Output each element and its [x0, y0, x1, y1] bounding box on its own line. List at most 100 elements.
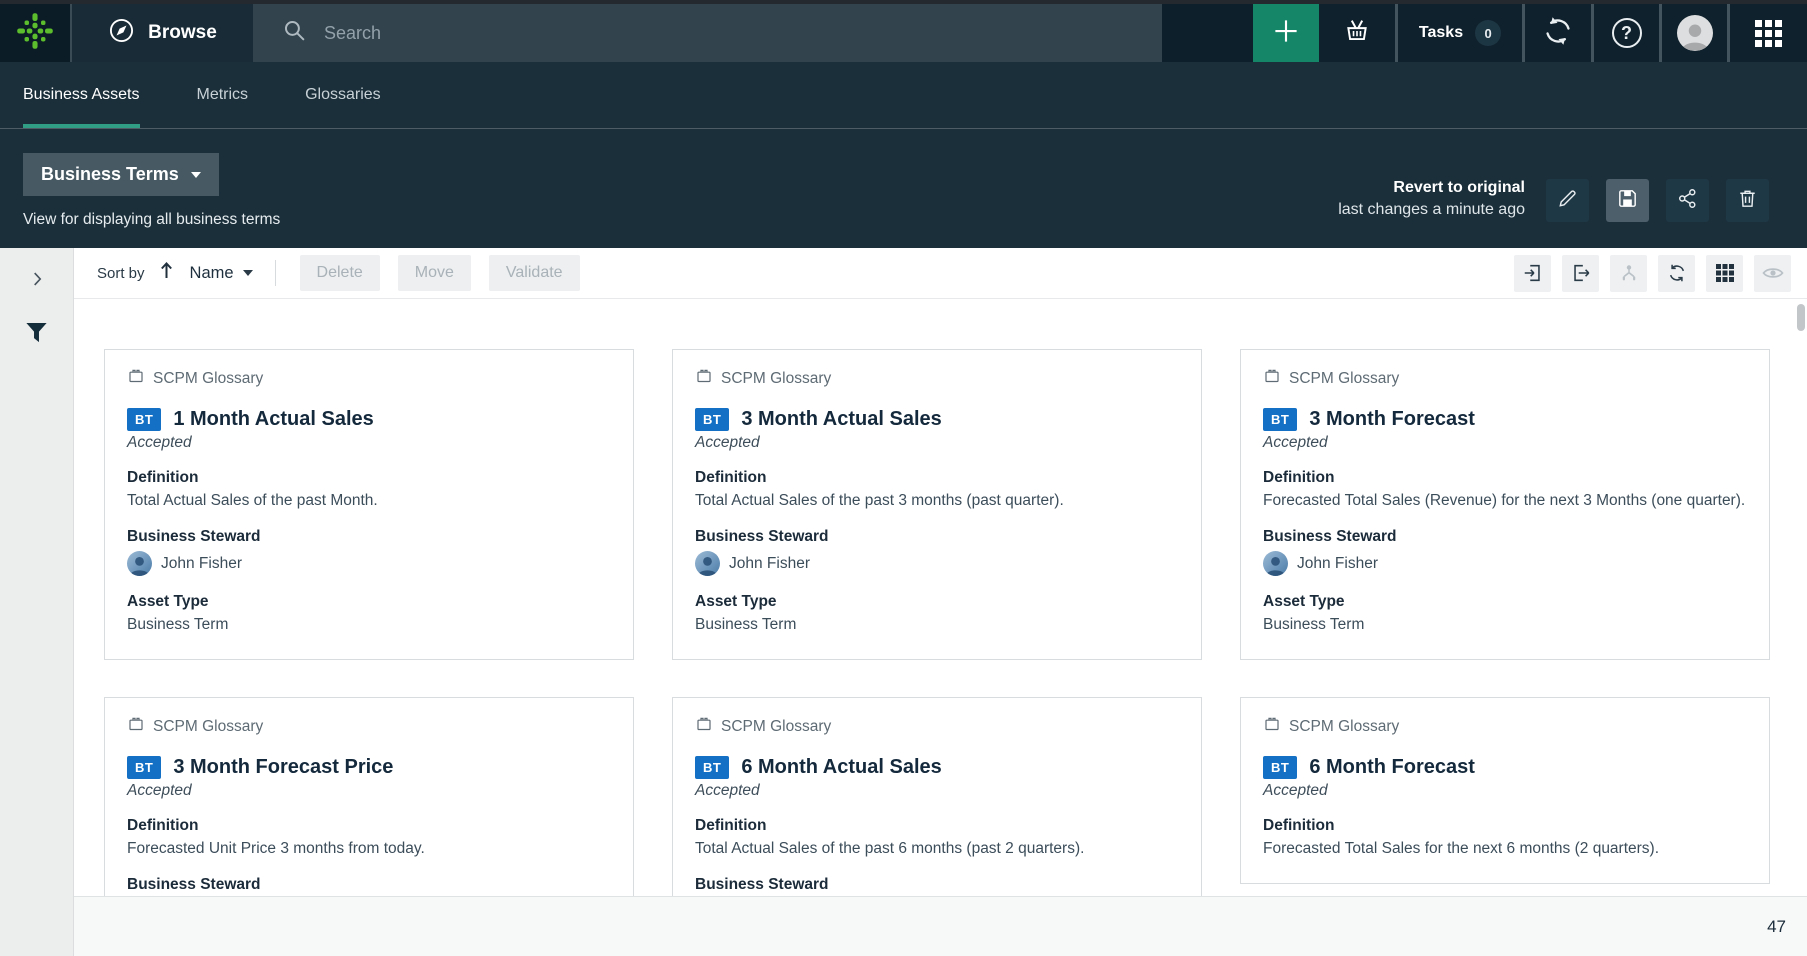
glossary-box-icon	[1263, 367, 1281, 390]
plus-icon	[1271, 16, 1301, 51]
user-avatar	[695, 551, 720, 576]
search-icon	[281, 17, 308, 49]
trash-icon	[1736, 187, 1759, 215]
tab-glossaries[interactable]: Glossaries	[305, 62, 381, 128]
preview-eye-button[interactable]	[1754, 255, 1791, 292]
steward-section: Business Steward John Fisher	[695, 528, 1179, 576]
asset-card[interactable]: SCPM Glossary BT 3 Month Forecast Price …	[104, 697, 634, 896]
import-button[interactable]	[1514, 255, 1551, 292]
card-title-row: BT 3 Month Forecast Price	[127, 756, 611, 779]
steward-name-link[interactable]: John Fisher	[729, 555, 810, 573]
sync-button[interactable]	[1522, 4, 1591, 62]
steward-name-link[interactable]: John Fisher	[161, 555, 242, 573]
results-footer: 47	[74, 896, 1807, 956]
view-selector-dropdown[interactable]: Business Terms	[23, 153, 219, 196]
help-button[interactable]: ?	[1591, 4, 1659, 62]
save-icon	[1616, 187, 1639, 215]
asset-title-link[interactable]: 1 Month Actual Sales	[173, 408, 373, 431]
toolbar-right-icons	[1514, 255, 1807, 292]
asset-status: Accepted	[695, 434, 1179, 452]
sort-ascending-icon[interactable]	[159, 262, 174, 284]
expand-sidebar-button[interactable]	[26, 268, 48, 295]
user-avatar	[1263, 551, 1288, 576]
definition-text: Forecasted Total Sales for the next 6 mo…	[1263, 839, 1747, 859]
asset-card[interactable]: SCPM Glossary BT 3 Month Forecast Accept…	[1240, 349, 1770, 660]
steward-row: John Fisher	[695, 551, 1179, 576]
asset-card[interactable]: SCPM Glossary BT 1 Month Actual Sales Ac…	[104, 349, 634, 660]
tab-metrics[interactable]: Metrics	[197, 62, 249, 128]
tab-label: Business Assets	[23, 86, 140, 104]
create-asset-button[interactable]	[1253, 4, 1319, 62]
chevron-down-icon[interactable]	[243, 270, 253, 276]
delete-button[interactable]: Delete	[300, 255, 380, 291]
asset-type-section: Asset Type Business Term	[1263, 593, 1747, 635]
save-view-button[interactable]	[1606, 179, 1649, 222]
card-title-row: BT 6 Month Actual Sales	[695, 756, 1179, 779]
glossary-box-icon	[1263, 715, 1281, 738]
delete-view-button[interactable]	[1726, 179, 1769, 222]
validate-button[interactable]: Validate	[489, 255, 580, 291]
apps-menu-button[interactable]	[1727, 4, 1807, 62]
move-button[interactable]: Move	[398, 255, 471, 291]
main-area: Sort by Name Delete Move Validate	[0, 248, 1807, 956]
revert-to-original-link[interactable]: Revert to original	[1338, 179, 1525, 197]
definition-label: Definition	[1263, 469, 1747, 487]
asset-card[interactable]: SCPM Glossary BT 3 Month Actual Sales Ac…	[672, 349, 1202, 660]
grid-view-button[interactable]	[1706, 255, 1743, 292]
steward-name-link[interactable]: John Fisher	[1297, 555, 1378, 573]
asset-card[interactable]: SCPM Glossary BT 6 Month Forecast Accept…	[1240, 697, 1770, 884]
asset-status: Accepted	[1263, 782, 1747, 800]
collibra-logo-icon	[15, 11, 55, 56]
steward-section: Business Steward	[127, 876, 611, 894]
results-toolbar: Sort by Name Delete Move Validate	[74, 248, 1807, 299]
app-logo[interactable]	[0, 4, 72, 62]
card-column: SCPM Glossary BT 3 Month Forecast Accept…	[1240, 349, 1770, 896]
glossary-name: SCPM Glossary	[1289, 370, 1399, 388]
chevron-down-icon	[191, 172, 201, 178]
view-header-left: Business Terms View for displaying all b…	[23, 129, 280, 248]
definition-section: Definition Total Actual Sales of the pas…	[695, 817, 1179, 859]
app-window: Browse	[0, 0, 1807, 956]
asset-card[interactable]: SCPM Glossary BT 6 Month Actual Sales Ac…	[672, 697, 1202, 896]
asset-title-link[interactable]: 3 Month Forecast Price	[173, 756, 393, 779]
asset-status: Accepted	[1263, 434, 1747, 452]
user-menu-button[interactable]	[1659, 4, 1727, 62]
scrollbar-thumb[interactable]	[1797, 304, 1805, 331]
asset-title-link[interactable]: 3 Month Forecast	[1309, 408, 1475, 431]
browse-button[interactable]: Browse	[72, 4, 253, 62]
hierarchy-view-button[interactable]	[1610, 255, 1647, 292]
share-view-button[interactable]	[1666, 179, 1709, 222]
asset-title-link[interactable]: 6 Month Actual Sales	[741, 756, 941, 779]
data-basket-button[interactable]	[1319, 4, 1395, 62]
sort-by-label: Sort by	[97, 265, 145, 282]
search-input[interactable]	[324, 23, 1024, 44]
asset-title-link[interactable]: 3 Month Actual Sales	[741, 408, 941, 431]
definition-text: Total Actual Sales of the past 6 months …	[695, 839, 1179, 859]
basket-icon	[1342, 16, 1372, 51]
definition-label: Definition	[695, 469, 1179, 487]
steward-section: Business Steward	[695, 876, 1179, 894]
card-title-row: BT 6 Month Forecast	[1263, 756, 1747, 779]
view-header: Business Terms View for displaying all b…	[0, 129, 1807, 248]
asset-type-badge: BT	[1263, 756, 1297, 779]
card-grid: SCPM Glossary BT 1 Month Actual Sales Ac…	[74, 299, 1807, 896]
steward-label: Business Steward	[695, 876, 1179, 894]
definition-label: Definition	[127, 817, 611, 835]
card-title-row: BT 3 Month Actual Sales	[695, 408, 1179, 431]
steward-row: John Fisher	[1263, 551, 1747, 576]
filter-funnel-icon[interactable]	[23, 319, 50, 351]
sort-field-dropdown[interactable]: Name	[190, 264, 234, 283]
tab-business-assets[interactable]: Business Assets	[23, 62, 140, 128]
asset-type-badge: BT	[695, 756, 729, 779]
steward-label: Business Steward	[127, 528, 611, 546]
glossary-name: SCPM Glossary	[1289, 718, 1399, 736]
refresh-button[interactable]	[1658, 255, 1695, 292]
definition-section: Definition Total Actual Sales of the pas…	[695, 469, 1179, 511]
tasks-button[interactable]: Tasks 0	[1395, 4, 1522, 62]
filter-sidebar	[0, 248, 74, 956]
glossary-name: SCPM Glossary	[153, 370, 263, 388]
export-button[interactable]	[1562, 255, 1599, 292]
edit-view-button[interactable]	[1546, 179, 1589, 222]
asset-title-link[interactable]: 6 Month Forecast	[1309, 756, 1475, 779]
asset-type-section: Asset Type Business Term	[127, 593, 611, 635]
